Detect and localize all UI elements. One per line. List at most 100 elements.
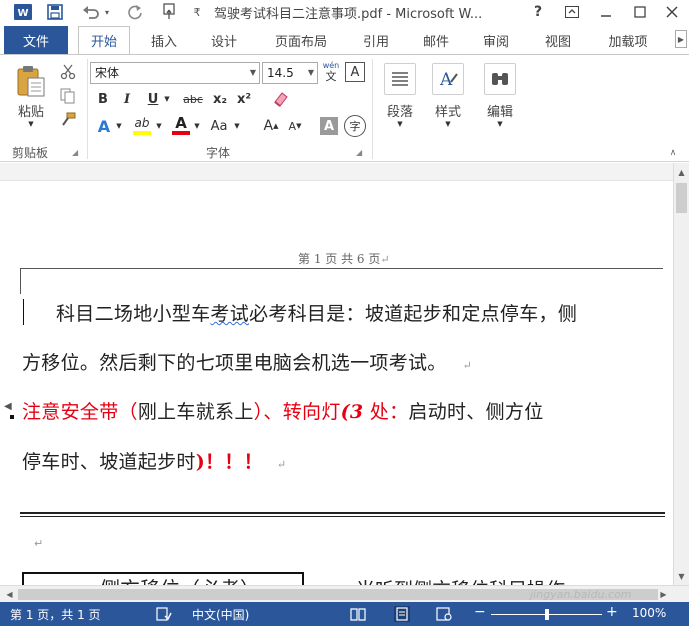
styles-label[interactable]: 样式 bbox=[428, 101, 468, 120]
paragraph-dropdown-icon[interactable]: ▼ bbox=[395, 119, 405, 129]
group-divider bbox=[372, 59, 373, 159]
underline-button[interactable]: U bbox=[144, 89, 162, 109]
help-button[interactable]: ? bbox=[522, 0, 554, 24]
editing-label[interactable]: 编辑 bbox=[480, 101, 520, 120]
binoculars-icon[interactable] bbox=[484, 63, 516, 95]
italic-button[interactable]: I bbox=[118, 89, 136, 109]
styles-icon[interactable]: A bbox=[432, 63, 464, 95]
scroll-right-icon[interactable]: ▶ bbox=[656, 587, 671, 602]
strikethrough-button[interactable]: abc bbox=[180, 89, 206, 109]
text-effects-dropdown-icon[interactable]: ▼ bbox=[114, 115, 124, 137]
read-mode-icon[interactable] bbox=[350, 606, 366, 622]
subscript-button[interactable]: x₂ bbox=[210, 89, 230, 109]
redo-icon[interactable] bbox=[124, 2, 146, 22]
zoom-in-button[interactable]: + bbox=[606, 604, 618, 620]
scroll-down-icon[interactable]: ▼ bbox=[674, 569, 689, 584]
paste-icon[interactable] bbox=[14, 63, 48, 99]
font-name-dropdown-icon[interactable]: ▼ bbox=[247, 63, 259, 83]
character-shading-button[interactable]: A bbox=[320, 117, 338, 135]
web-layout-icon[interactable] bbox=[436, 606, 452, 622]
styles-dropdown-icon[interactable]: ▼ bbox=[443, 119, 453, 129]
zoom-out-button[interactable]: − bbox=[474, 604, 486, 620]
undo-icon[interactable] bbox=[80, 2, 102, 22]
text-effects-button[interactable]: A bbox=[94, 115, 114, 137]
double-rule-bottom bbox=[20, 516, 665, 517]
change-case-button[interactable]: Aa bbox=[206, 115, 232, 137]
minimize-button[interactable] bbox=[590, 0, 622, 24]
highlight-color-button[interactable]: ab bbox=[130, 113, 154, 137]
character-border-button[interactable]: A bbox=[345, 62, 365, 82]
word-logo-icon[interactable]: W bbox=[12, 2, 34, 22]
section-intro-text: 当听到侧方移位科目操作… bbox=[356, 575, 584, 585]
tab-references[interactable]: 引用 bbox=[352, 26, 400, 54]
grow-font-button[interactable]: A ▲ bbox=[262, 115, 280, 137]
tab-file[interactable]: 文件 bbox=[4, 26, 68, 54]
vertical-scroll-thumb[interactable] bbox=[676, 183, 687, 213]
tab-scroll-right-icon[interactable]: ▶ bbox=[675, 30, 687, 48]
tab-insert[interactable]: 插入 bbox=[140, 26, 188, 54]
bold-button[interactable]: B bbox=[94, 89, 112, 109]
font-launcher-icon[interactable]: ◢ bbox=[356, 148, 362, 157]
language-status[interactable]: 中文(中国) bbox=[192, 606, 249, 623]
cut-icon[interactable] bbox=[58, 63, 78, 81]
page-count-status[interactable]: 第 1 页，共 1 页 bbox=[10, 606, 101, 623]
copy-icon[interactable] bbox=[58, 87, 78, 105]
close-button[interactable] bbox=[656, 0, 688, 24]
ribbon-display-options-button[interactable] bbox=[556, 0, 588, 24]
paragraph-label[interactable]: 段落 bbox=[380, 101, 420, 120]
superscript-button[interactable]: x² bbox=[234, 89, 254, 109]
shrink-font-button[interactable]: A ▼ bbox=[286, 115, 304, 137]
body-line-2: 方移位。然后剩下的七项里电脑会机选一项考试。 ↵ bbox=[22, 348, 472, 375]
scroll-left-icon[interactable]: ◀ bbox=[2, 587, 17, 602]
tab-review[interactable]: 审阅 bbox=[472, 26, 520, 54]
ribbon-tab-bar: 文件 开始 插入 设计 页面布局 引用 邮件 审阅 视图 加载项 ▶ bbox=[0, 24, 689, 54]
proofing-icon[interactable] bbox=[156, 606, 172, 622]
editing-dropdown-icon[interactable]: ▼ bbox=[495, 119, 505, 129]
highlight-dropdown-icon[interactable]: ▼ bbox=[154, 115, 164, 137]
paragraph-icon[interactable] bbox=[384, 63, 416, 95]
customize-icon[interactable]: ₹ bbox=[190, 2, 204, 22]
paragraph-mark: ↵ bbox=[276, 458, 287, 471]
phonetic-guide-button[interactable]: wén 文 bbox=[320, 60, 342, 84]
paragraph-mark: ↵ bbox=[34, 537, 44, 550]
zoom-slider-thumb[interactable] bbox=[544, 609, 549, 620]
tab-mailings[interactable]: 邮件 bbox=[412, 26, 460, 54]
save-icon[interactable] bbox=[44, 2, 66, 22]
maximize-button[interactable] bbox=[624, 0, 656, 24]
font-color-button[interactable]: A bbox=[170, 113, 192, 137]
font-color-dropdown-icon[interactable]: ▼ bbox=[192, 115, 202, 137]
black-text-2: 启动时、侧方位 bbox=[408, 401, 544, 423]
tab-design[interactable]: 设计 bbox=[200, 26, 248, 54]
clipboard-launcher-icon[interactable]: ◢ bbox=[72, 148, 78, 157]
font-size-combo[interactable]: 14.5 ▼ bbox=[262, 62, 318, 84]
phonetic-top: wén bbox=[322, 60, 340, 70]
tab-home[interactable]: 开始 bbox=[78, 26, 130, 54]
collapse-ribbon-icon[interactable]: ∧ bbox=[666, 147, 680, 159]
undo-dropdown-icon[interactable]: ▾ bbox=[102, 2, 112, 22]
tab-addins[interactable]: 加载项 bbox=[596, 26, 660, 54]
format-painter-icon[interactable] bbox=[58, 111, 78, 129]
font-group-label: 字体 bbox=[206, 146, 231, 160]
group-divider bbox=[87, 59, 88, 159]
vertical-scrollbar[interactable]: ▲ ▼ bbox=[673, 163, 689, 585]
document-area[interactable]: 第 1 页 共 6 页↵ 科目二场地小型车考试必考科目是：坡道起步和定点停车，侧… bbox=[0, 181, 673, 585]
print-layout-icon[interactable] bbox=[394, 606, 410, 622]
scroll-up-icon[interactable]: ▲ bbox=[674, 165, 689, 180]
body-line-4: 停车时、坡道起步时)！！！ ↵ bbox=[22, 447, 286, 474]
font-name-combo[interactable]: 宋体 ▼ bbox=[90, 62, 260, 84]
tab-view[interactable]: 视图 bbox=[534, 26, 582, 54]
paste-dropdown-icon[interactable]: ▼ bbox=[26, 119, 36, 129]
change-case-dropdown-icon[interactable]: ▼ bbox=[232, 115, 242, 137]
tab-page-layout[interactable]: 页面布局 bbox=[264, 26, 338, 54]
page-header: 第 1 页 共 6 页↵ bbox=[298, 250, 390, 267]
touch-mode-icon[interactable] bbox=[158, 2, 182, 22]
paste-label[interactable]: 粘贴 bbox=[14, 101, 48, 120]
black-text-3: 停车时、坡道起步时 bbox=[22, 451, 196, 473]
clear-formatting-icon[interactable] bbox=[270, 89, 292, 109]
underline-dropdown-icon[interactable]: ▼ bbox=[162, 89, 172, 109]
page-header-text: 第 1 页 共 6 页 bbox=[298, 252, 381, 266]
enclose-characters-button[interactable]: 字 bbox=[344, 115, 366, 137]
body-line-3: 注意安全带（刚上车就系上）、转向灯(3 处：启动时、侧方位 bbox=[22, 397, 544, 424]
zoom-level[interactable]: 100% bbox=[632, 606, 666, 620]
font-size-dropdown-icon[interactable]: ▼ bbox=[305, 63, 317, 83]
